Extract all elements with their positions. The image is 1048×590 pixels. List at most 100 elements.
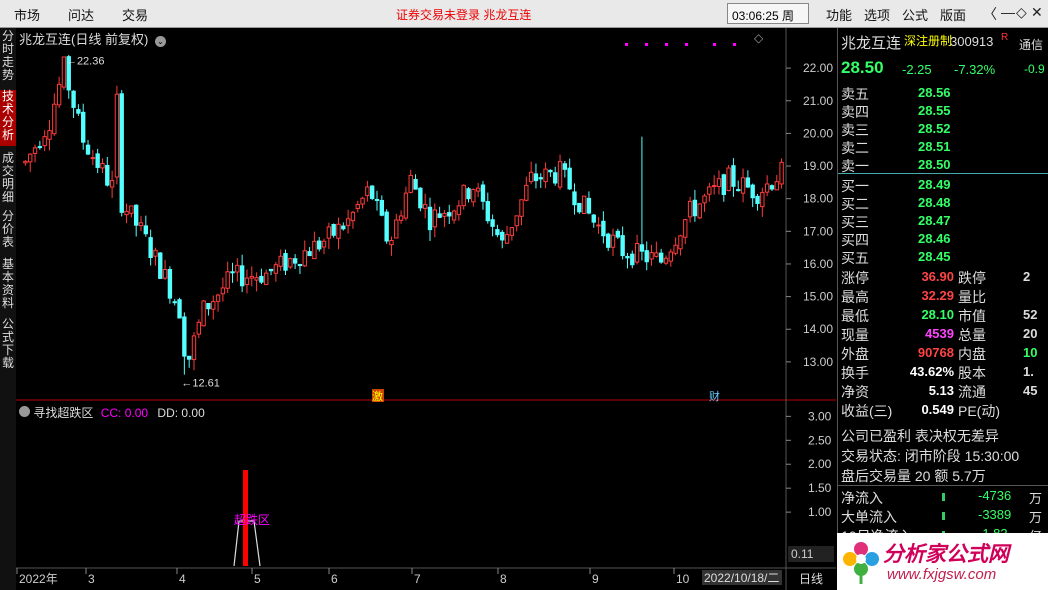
minimize-icon[interactable]: — bbox=[1001, 4, 1015, 20]
candle-body[interactable] bbox=[620, 235, 625, 257]
sell-level-3[interactable]: 卖三 28.52 bbox=[838, 120, 1048, 138]
candle-body[interactable] bbox=[230, 271, 235, 274]
menu-function[interactable]: 功能 bbox=[826, 5, 852, 24]
candle-body[interactable] bbox=[297, 264, 303, 267]
candle-body[interactable] bbox=[427, 206, 433, 231]
candle-body[interactable] bbox=[413, 178, 418, 190]
candle-body[interactable] bbox=[649, 252, 654, 260]
candle-body[interactable] bbox=[81, 111, 86, 143]
candle-body[interactable] bbox=[259, 275, 264, 283]
tab-price-table[interactable]: 分价表 bbox=[0, 210, 16, 250]
candle-body[interactable] bbox=[249, 275, 254, 279]
candle-body[interactable] bbox=[336, 223, 341, 239]
candle-body[interactable] bbox=[76, 109, 81, 114]
candle-body[interactable] bbox=[716, 178, 722, 187]
candle-body[interactable] bbox=[538, 177, 543, 180]
candle-body[interactable] bbox=[206, 303, 211, 310]
candle-body[interactable] bbox=[90, 157, 96, 160]
candle-body[interactable] bbox=[307, 251, 312, 257]
period-selector[interactable]: 日线 bbox=[799, 572, 823, 586]
candle-body[interactable] bbox=[456, 205, 462, 216]
candle-body[interactable] bbox=[721, 174, 726, 195]
candle-body[interactable] bbox=[644, 250, 649, 263]
candle-body[interactable] bbox=[591, 214, 596, 223]
tab-intraday[interactable]: 分时走势 bbox=[0, 30, 16, 82]
candle-body[interactable] bbox=[577, 202, 582, 213]
candle-body[interactable] bbox=[466, 188, 471, 200]
candle-body[interactable] bbox=[292, 258, 298, 264]
candle-body[interactable] bbox=[220, 287, 226, 295]
candle-body[interactable] bbox=[509, 227, 515, 236]
candle-body[interactable] bbox=[56, 83, 62, 106]
candle-body[interactable] bbox=[528, 171, 534, 183]
candle-body[interactable] bbox=[548, 169, 553, 173]
candle-body[interactable] bbox=[557, 161, 563, 188]
candle-body[interactable] bbox=[47, 130, 52, 140]
candle-body[interactable] bbox=[697, 203, 702, 219]
candle-body[interactable] bbox=[692, 199, 698, 217]
candle-body[interactable] bbox=[273, 264, 279, 274]
industry-tag[interactable]: 通信 bbox=[1019, 36, 1043, 53]
candle-body[interactable] bbox=[235, 264, 240, 273]
candle-body[interactable] bbox=[158, 252, 163, 279]
candle-body[interactable] bbox=[312, 240, 317, 260]
candle-body[interactable] bbox=[437, 213, 442, 218]
menu-trade[interactable]: 交易 bbox=[122, 5, 148, 24]
candle-body[interactable] bbox=[370, 185, 375, 199]
candle-body[interactable] bbox=[32, 147, 38, 154]
menu-market[interactable]: 市场 bbox=[14, 5, 40, 24]
candle-body[interactable] bbox=[755, 195, 760, 205]
diamond-icon[interactable]: ◇ bbox=[754, 31, 764, 45]
buy-level-2[interactable]: 买二 28.48 bbox=[838, 194, 1048, 212]
candle-body[interactable] bbox=[683, 219, 688, 238]
candle-body[interactable] bbox=[769, 185, 775, 190]
candle-body[interactable] bbox=[418, 187, 423, 209]
close-icon[interactable]: ✕ bbox=[1031, 4, 1043, 21]
candle-body[interactable] bbox=[745, 177, 751, 188]
candle-body[interactable] bbox=[500, 231, 505, 241]
candle-body[interactable] bbox=[71, 90, 76, 108]
candle-body[interactable] bbox=[201, 300, 206, 327]
candle-body[interactable] bbox=[447, 212, 452, 217]
candle-body[interactable] bbox=[432, 209, 437, 228]
candle-body[interactable] bbox=[196, 321, 201, 335]
candle-body[interactable] bbox=[524, 184, 529, 201]
candle-body[interactable] bbox=[625, 255, 630, 259]
candle-body[interactable] bbox=[394, 219, 399, 239]
sell-level-1[interactable]: 卖一 28.50 bbox=[838, 156, 1048, 174]
candle-body[interactable] bbox=[495, 229, 500, 236]
candle-body[interactable] bbox=[302, 250, 307, 267]
candle-body[interactable] bbox=[172, 301, 177, 304]
candle-body[interactable] bbox=[658, 252, 664, 263]
candle-body[interactable] bbox=[167, 269, 173, 299]
candle-body[interactable] bbox=[654, 252, 659, 257]
candle-body[interactable] bbox=[514, 215, 519, 227]
candle-body[interactable] bbox=[153, 249, 158, 257]
candle-body[interactable] bbox=[471, 189, 476, 203]
menu-wenda[interactable]: 问达 bbox=[68, 5, 94, 24]
candle-body[interactable] bbox=[114, 93, 120, 178]
candle-body[interactable] bbox=[278, 255, 283, 267]
candle-body[interactable] bbox=[504, 234, 510, 244]
candle-body[interactable] bbox=[85, 144, 91, 155]
menu-formula[interactable]: 公式 bbox=[902, 5, 928, 24]
candle-body[interactable] bbox=[379, 199, 385, 216]
candle-body[interactable] bbox=[42, 136, 47, 147]
candle-body[interactable] bbox=[673, 244, 678, 254]
candle-body[interactable] bbox=[639, 244, 645, 252]
candle-body[interactable] bbox=[634, 243, 640, 263]
candle-body[interactable] bbox=[750, 184, 755, 199]
candle-body[interactable] bbox=[774, 181, 779, 191]
candle-body[interactable] bbox=[485, 201, 490, 222]
candle-body[interactable] bbox=[740, 177, 746, 194]
candle-body[interactable] bbox=[630, 253, 635, 266]
candle-body[interactable] bbox=[403, 192, 409, 219]
candle-body[interactable] bbox=[461, 184, 466, 207]
candle-body[interactable] bbox=[321, 240, 327, 248]
candle-body[interactable] bbox=[239, 265, 245, 287]
candle-body[interactable] bbox=[398, 215, 404, 221]
candle-body[interactable] bbox=[365, 186, 370, 197]
candle-body[interactable] bbox=[341, 225, 346, 230]
sell-level-4[interactable]: 卖四 28.55 bbox=[838, 102, 1048, 120]
candle-body[interactable] bbox=[408, 174, 413, 193]
